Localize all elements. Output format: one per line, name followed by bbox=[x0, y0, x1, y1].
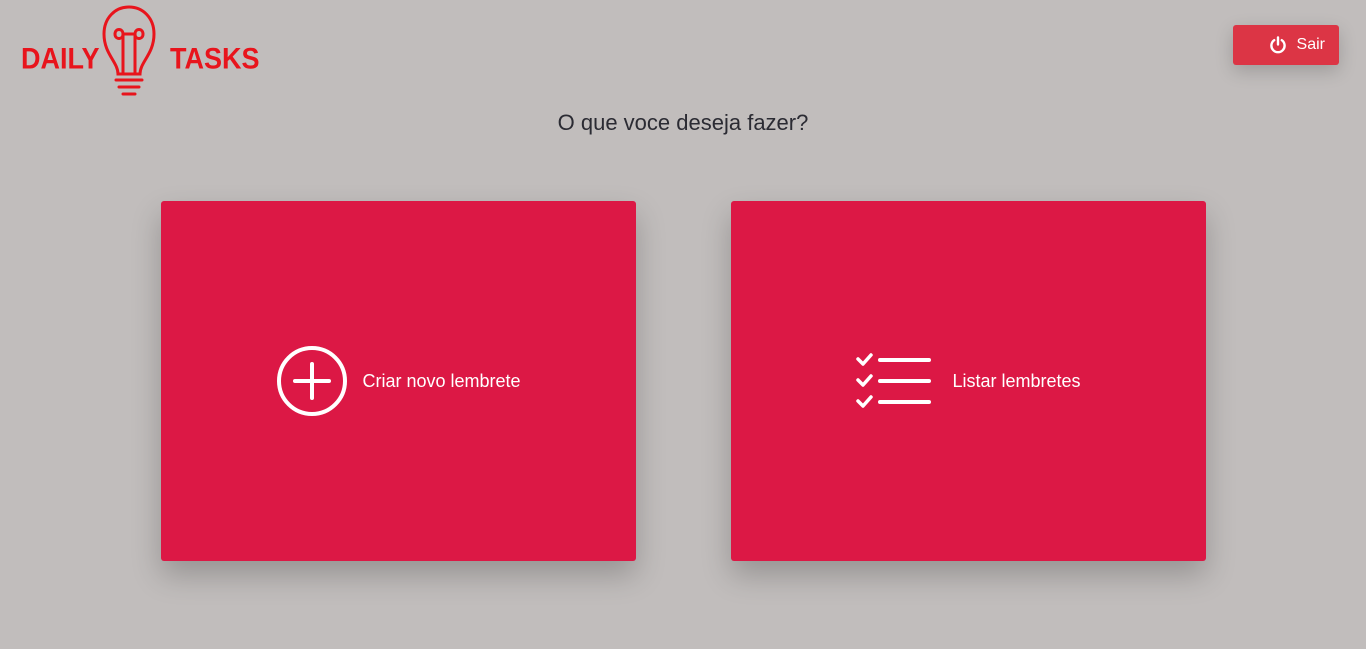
plus-circle-icon bbox=[277, 346, 348, 416]
lightbulb-icon bbox=[102, 5, 156, 96]
logo: DAILY TASKS bbox=[20, 4, 260, 104]
checklist-icon bbox=[856, 353, 932, 408]
list-reminders-label: Listar lembretes bbox=[952, 370, 1081, 391]
exit-button[interactable]: Sair bbox=[1233, 25, 1339, 65]
power-icon bbox=[1269, 36, 1286, 54]
page: DAILY TASKS Sair O que voce deseja fazer… bbox=[0, 0, 1366, 649]
logo-word-daily: DAILY bbox=[21, 42, 100, 76]
list-reminders-card[interactable]: Listar lembretes bbox=[731, 201, 1206, 561]
logo-word-tasks: TASKS bbox=[170, 42, 260, 76]
page-question: O que voce deseja fazer? bbox=[557, 110, 809, 135]
create-reminder-card[interactable]: Criar novo lembrete bbox=[161, 201, 636, 561]
create-reminder-label: Criar novo lembrete bbox=[362, 370, 521, 391]
exit-button-label: Sair bbox=[1296, 36, 1325, 53]
